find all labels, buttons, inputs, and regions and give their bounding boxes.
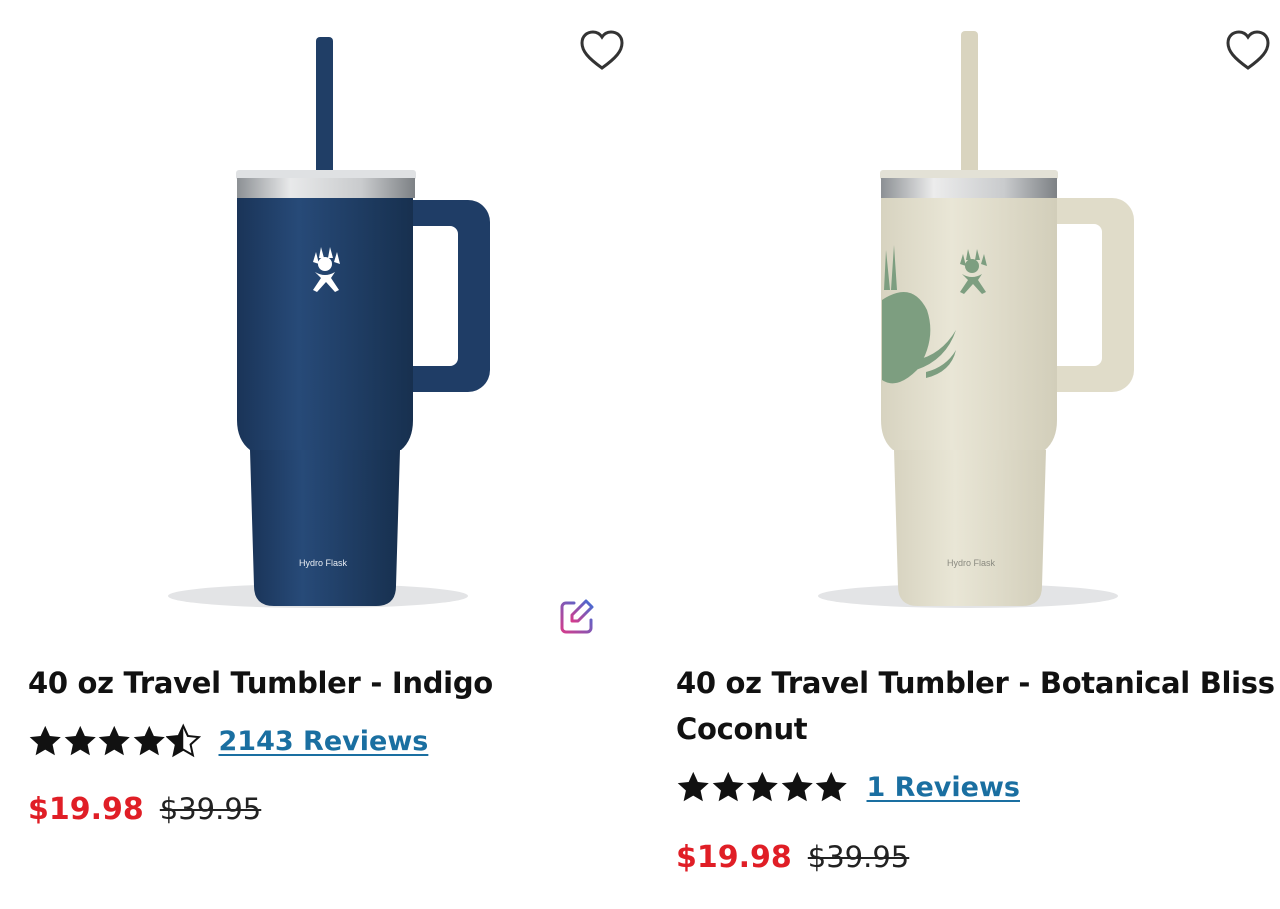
- original-price: $39.95: [807, 840, 910, 874]
- star-full-icon: [98, 725, 130, 756]
- edit-icon-button[interactable]: [556, 596, 598, 638]
- star-full-icon: [781, 771, 813, 802]
- sale-price: $19.98: [676, 840, 792, 875]
- star-full-icon: [29, 725, 61, 756]
- edit-icon: [560, 599, 594, 634]
- original-price: $39.95: [159, 792, 262, 826]
- star-half-icon: [166, 723, 201, 758]
- product-card[interactable]: Hydro Flask 40 oz Travel Tumbler - Indig…: [28, 0, 636, 827]
- star-full-icon: [746, 771, 778, 802]
- brand-mark: Hydro Flask: [299, 558, 348, 568]
- wishlist-button[interactable]: [578, 28, 626, 74]
- star-full-icon: [133, 725, 165, 756]
- price-row: $19.98 $39.95: [28, 792, 261, 827]
- star-full-icon: [64, 725, 96, 756]
- price-row: $19.98 $39.95: [676, 840, 909, 875]
- tumbler-coconut-image: Hydro Flask: [818, 31, 1134, 608]
- star-full-icon: [815, 771, 847, 802]
- product-image[interactable]: Hydro Flask: [676, 0, 1276, 640]
- product-image[interactable]: Hydro Flask: [28, 0, 636, 640]
- rating-row: 1 Reviews: [676, 768, 1020, 806]
- product-title[interactable]: 40 oz Travel Tumbler - Botanical Bliss C…: [676, 660, 1276, 752]
- product-card[interactable]: Hydro Flask 40 oz Travel Tumbler - Botan…: [676, 0, 1276, 875]
- rating-row: 2143 Reviews: [28, 722, 428, 760]
- sale-price: $19.98: [28, 792, 144, 827]
- reviews-link[interactable]: 1 Reviews: [867, 772, 1020, 803]
- brand-mark: Hydro Flask: [947, 558, 996, 568]
- tumbler-indigo-image: Hydro Flask: [168, 37, 490, 608]
- product-title[interactable]: 40 oz Travel Tumbler - Indigo: [28, 660, 628, 706]
- star-full-icon: [712, 771, 744, 802]
- wishlist-button[interactable]: [1224, 28, 1272, 74]
- reviews-link[interactable]: 2143 Reviews: [219, 726, 429, 757]
- star-rating: [28, 722, 201, 760]
- heart-outline-icon: [1226, 30, 1270, 70]
- star-full-icon: [677, 771, 709, 802]
- star-rating: [676, 768, 849, 806]
- heart-outline-icon: [580, 30, 624, 70]
